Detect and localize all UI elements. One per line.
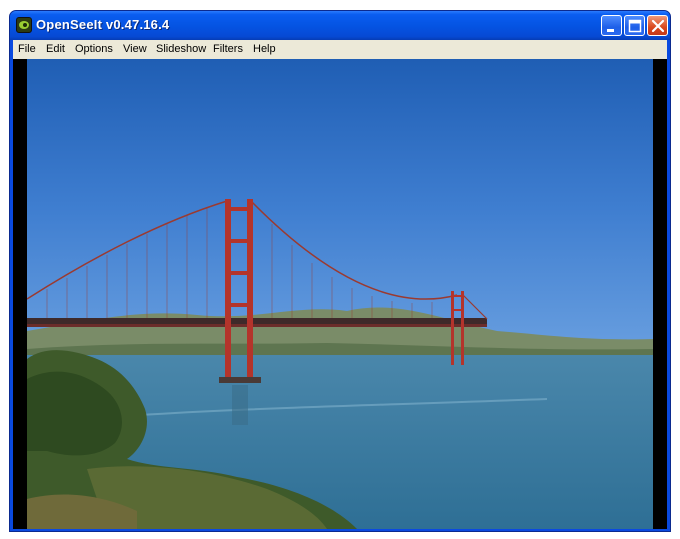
menu-options[interactable]: Options: [73, 42, 115, 56]
app-window: OpenSeeIt v0.47.16.4 File Edit Options V…: [9, 10, 671, 532]
close-icon: [651, 19, 665, 33]
menu-slideshow[interactable]: Slideshow: [154, 42, 208, 56]
menu-bar: File Edit Options View Slideshow Filters…: [13, 40, 667, 59]
minimize-button[interactable]: [601, 15, 622, 36]
menu-help[interactable]: Help: [251, 42, 278, 56]
window-title: OpenSeeIt v0.47.16.4: [36, 17, 170, 32]
maximize-button[interactable]: [624, 15, 645, 36]
title-bar[interactable]: OpenSeeIt v0.47.16.4: [10, 11, 670, 40]
menu-filters[interactable]: Filters: [211, 42, 245, 56]
maximize-icon: [628, 19, 642, 33]
close-button[interactable]: [647, 15, 668, 36]
golden-gate-bridge-photo: [27, 59, 653, 529]
image-canvas[interactable]: [13, 59, 667, 529]
menu-file[interactable]: File: [16, 42, 38, 56]
minimize-icon: [607, 29, 614, 32]
openseeit-eye-icon[interactable]: [16, 17, 32, 33]
menu-view[interactable]: View: [121, 42, 149, 56]
menu-edit[interactable]: Edit: [44, 42, 67, 56]
